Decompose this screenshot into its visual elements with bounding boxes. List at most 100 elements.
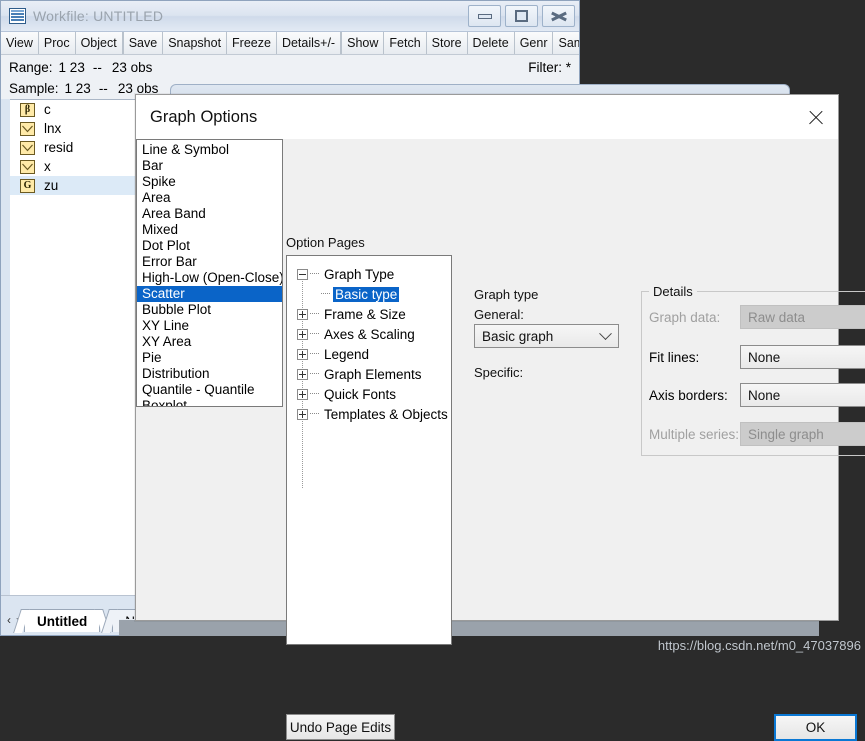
list-item[interactable]: Area [137,190,282,206]
group-icon: G [20,178,35,193]
option-pages-label: Option Pages [286,235,365,250]
tree-item-axes-scaling[interactable]: Axes & Scaling [287,324,451,344]
sample-value: 1 23 [64,81,91,96]
specific-type-listbox[interactable]: Line & Symbol Bar Spike Area Area Band M… [136,139,283,407]
list-item[interactable]: Error Bar [137,254,282,270]
list-item[interactable]: Spike [137,174,282,190]
graph-data-value: Raw data [748,309,806,325]
range-value: 1 23 [58,60,85,75]
list-item[interactable]: XY Area [137,334,282,350]
axis-borders-label: Axis borders: [649,388,728,403]
expand-plus-icon[interactable] [297,308,308,320]
toolbar-button-delete[interactable]: Delete [467,32,515,54]
general-type-dropdown[interactable]: Basic graph [474,324,619,348]
series-icon [20,159,35,174]
tree-item-graph-elements[interactable]: Graph Elements [287,364,451,384]
tree-item-quick-fonts[interactable]: Quick Fonts [287,384,451,404]
range-dash: -- [92,60,102,75]
multiple-series-dropdown: Single graph [740,422,865,446]
range-row: Range: 1 23 -- 23 obs Filter: * [9,57,571,78]
close-button[interactable] [542,5,575,27]
tree-item-label: Quick Fonts [324,386,397,402]
list-item[interactable]: Area Band [137,206,282,222]
tree-item-label: Frame & Size [324,306,406,322]
toolbar-button-details[interactable]: Details+/- [276,32,342,54]
toolbar-button-fetch[interactable]: Fetch [384,32,427,54]
list-item[interactable]: Pie [137,350,282,366]
list-item[interactable]: Bar [137,158,282,174]
close-icon [551,10,566,23]
toolbar-button-proc[interactable]: Proc [38,32,76,54]
list-item[interactable]: Quantile - Quantile [137,382,282,398]
toolbar-button-view[interactable]: View [1,32,39,54]
expand-plus-icon[interactable] [297,368,308,380]
variable-name: lnx [44,121,62,136]
chevron-down-icon [592,325,618,347]
tab-prev-button[interactable]: ‹ [7,613,11,627]
graph-data-label: Graph data: [649,310,721,325]
list-item[interactable]: Mixed [137,222,282,238]
workfile-toolbar: View Proc Object Save Snapshot Freeze De… [1,32,579,55]
toolbar-button-save[interactable]: Save [123,32,164,54]
maximize-button[interactable] [505,5,538,27]
dialog-titlebar: Graph Options [136,95,838,139]
series-icon [20,140,35,155]
list-item[interactable]: Line & Symbol [137,142,282,158]
expand-plus-icon[interactable] [297,328,308,340]
toolbar-button-show[interactable]: Show [342,32,385,54]
toolbar-button-sample[interactable]: Sample [553,32,579,54]
tree-item-basic-type[interactable]: Basic type [287,284,451,304]
tree-item-templates-objects[interactable]: Templates & Objects [287,404,451,424]
variable-name: x [44,159,51,174]
toolbar-button-freeze[interactable]: Freeze [227,32,277,54]
tree-dot-line [310,373,319,375]
collapse-minus-icon[interactable] [297,268,308,280]
fit-lines-dropdown[interactable]: None [740,345,865,369]
graph-data-dropdown: Raw data [740,305,865,329]
minimize-button[interactable] [468,5,501,27]
toolbar-button-genr[interactable]: Genr [514,32,554,54]
list-item[interactable]: Bubble Plot [137,302,282,318]
workfile-title: Workfile: UNTITLED [33,8,164,24]
expand-plus-icon[interactable] [297,388,308,400]
tree-item-label: Graph Type [324,266,395,282]
axis-borders-dropdown[interactable]: None [740,383,865,407]
tree-dot-line [310,353,319,355]
list-item[interactable]: High-Low (Open-Close) [137,270,282,286]
toolbar-button-store[interactable]: Store [426,32,468,54]
tree-dot-line [310,273,319,275]
tab-untitled[interactable]: Untitled [24,609,101,632]
tree-item-label: Legend [324,346,370,362]
expand-plus-icon[interactable] [297,348,308,360]
expand-plus-icon[interactable] [297,408,308,420]
specific-label: Specific: [474,365,524,380]
list-item[interactable]: XY Line [137,318,282,334]
axis-borders-value: None [748,387,781,403]
workfile-titlebar: Workfile: UNTITLED [1,1,579,32]
list-item-selected-scatter[interactable]: Scatter [137,286,282,302]
dialog-title: Graph Options [150,107,258,126]
multiple-series-value: Single graph [748,426,824,442]
list-item[interactable]: Dot Plot [137,238,282,254]
dialog-body: Option Pages Graph Type Basic type Frame… [136,139,865,741]
tree-dot-line [321,293,330,295]
tab-label: Untitled [37,613,88,629]
graph-options-dialog: Graph Options Option Pages Graph Type Ba… [135,94,865,741]
list-item[interactable]: Distribution [137,366,282,382]
general-type-value: Basic graph [482,328,554,344]
tree-item-label: Graph Elements [324,366,422,382]
toolbar-button-snapshot[interactable]: Snapshot [163,32,228,54]
ok-button[interactable]: OK [774,714,857,741]
dialog-close-button[interactable] [792,95,838,139]
filter-label: Filter: * [528,60,571,75]
tree-item-frame-size[interactable]: Frame & Size [287,304,451,324]
option-pages-tree[interactable]: Graph Type Basic type Frame & Size Axes … [286,255,452,645]
toolbar-button-object[interactable]: Object [75,32,123,54]
general-label: General: [474,307,524,322]
undo-page-edits-button[interactable]: Undo Page Edits [286,714,395,740]
tree-item-graph-type[interactable]: Graph Type [287,264,451,284]
beta-coefficient-icon: β [20,102,35,117]
list-item[interactable]: Boxplot [137,398,282,406]
details-group-label: Details [649,284,697,299]
tree-item-legend[interactable]: Legend [287,344,451,364]
